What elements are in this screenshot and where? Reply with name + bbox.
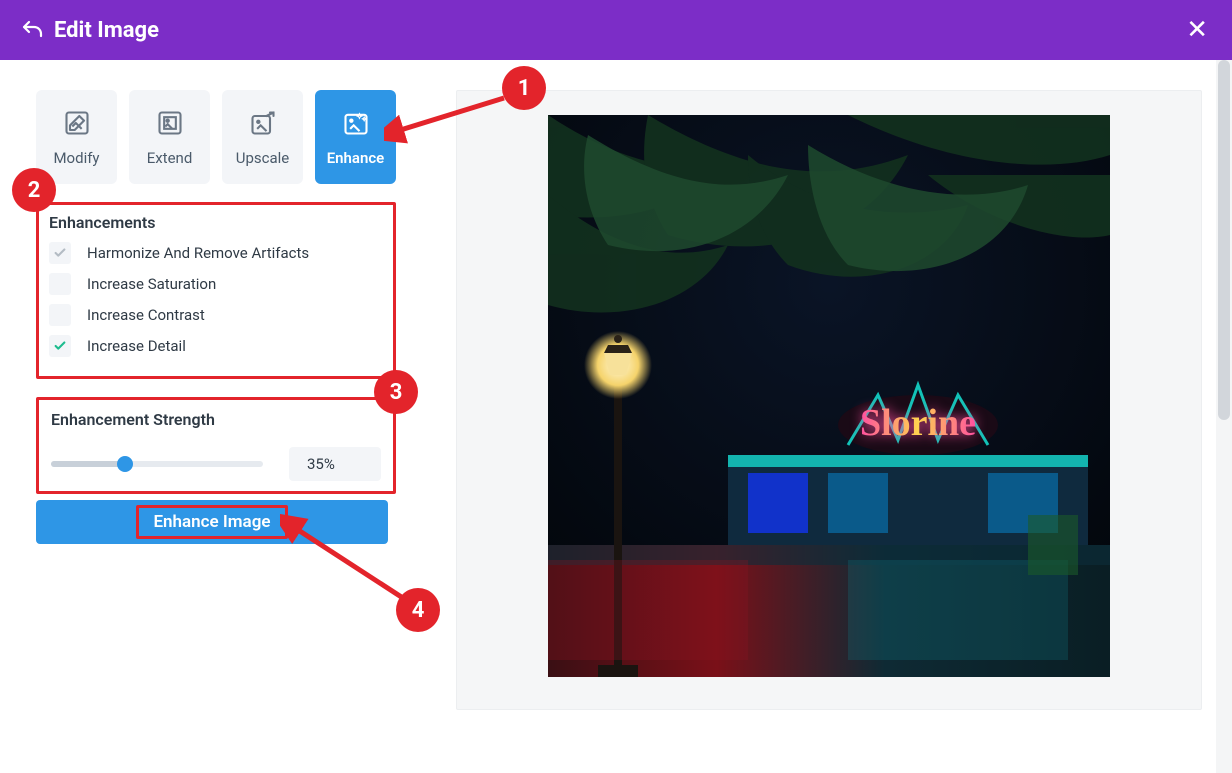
close-icon[interactable]: ✕ bbox=[1186, 15, 1208, 45]
back-icon[interactable] bbox=[20, 18, 44, 42]
modify-icon bbox=[61, 107, 93, 139]
tab-bar: Modify Extend Upscale Enhance bbox=[36, 90, 396, 184]
section-title: Enhancements bbox=[49, 213, 383, 232]
sidebar: Modify Extend Upscale Enhance bbox=[36, 90, 396, 773]
enhancement-option: Increase Saturation bbox=[49, 273, 383, 295]
strength-section: Enhancement Strength 35% bbox=[36, 397, 396, 494]
header-bar: Edit Image ✕ bbox=[0, 0, 1232, 60]
checkbox-detail[interactable] bbox=[49, 335, 71, 357]
checkbox-saturation[interactable] bbox=[49, 273, 71, 295]
vertical-scrollbar[interactable] bbox=[1216, 60, 1232, 773]
enhancement-option: Harmonize And Remove Artifacts bbox=[49, 242, 383, 264]
enhancement-option: Increase Detail bbox=[49, 335, 383, 357]
svg-text:Slorine: Slorine bbox=[860, 402, 976, 444]
enhance-button-label: Enhance Image bbox=[136, 505, 287, 539]
extend-icon bbox=[154, 107, 186, 139]
option-label: Increase Detail bbox=[87, 337, 186, 355]
slider-thumb[interactable] bbox=[117, 456, 133, 472]
tab-upscale[interactable]: Upscale bbox=[222, 90, 303, 184]
strength-slider[interactable] bbox=[51, 461, 263, 467]
scrollbar-thumb[interactable] bbox=[1218, 60, 1230, 420]
tab-label: Upscale bbox=[236, 149, 290, 167]
strength-value: 35% bbox=[289, 447, 381, 481]
preview-image: Slorine bbox=[548, 115, 1110, 677]
image-preview: Slorine bbox=[456, 90, 1202, 710]
checkbox-harmonize[interactable] bbox=[49, 242, 71, 264]
tab-extend[interactable]: Extend bbox=[129, 90, 210, 184]
checkbox-contrast[interactable] bbox=[49, 304, 71, 326]
page-title: Edit Image bbox=[54, 18, 159, 43]
enhancement-option: Increase Contrast bbox=[49, 304, 383, 326]
tab-label: Extend bbox=[147, 149, 193, 167]
tab-enhance[interactable]: Enhance bbox=[315, 90, 396, 184]
enhance-icon bbox=[340, 107, 372, 139]
option-label: Harmonize And Remove Artifacts bbox=[87, 244, 309, 262]
option-label: Increase Contrast bbox=[87, 306, 205, 324]
tab-label: Enhance bbox=[327, 149, 385, 167]
tab-modify[interactable]: Modify bbox=[36, 90, 117, 184]
enhance-image-button[interactable]: Enhance Image bbox=[36, 500, 388, 544]
enhancements-section: Enhancements Harmonize And Remove Artifa… bbox=[36, 202, 396, 379]
upscale-icon bbox=[247, 107, 279, 139]
option-label: Increase Saturation bbox=[87, 275, 216, 293]
strength-title: Enhancement Strength bbox=[51, 410, 381, 429]
tab-label: Modify bbox=[53, 149, 99, 167]
